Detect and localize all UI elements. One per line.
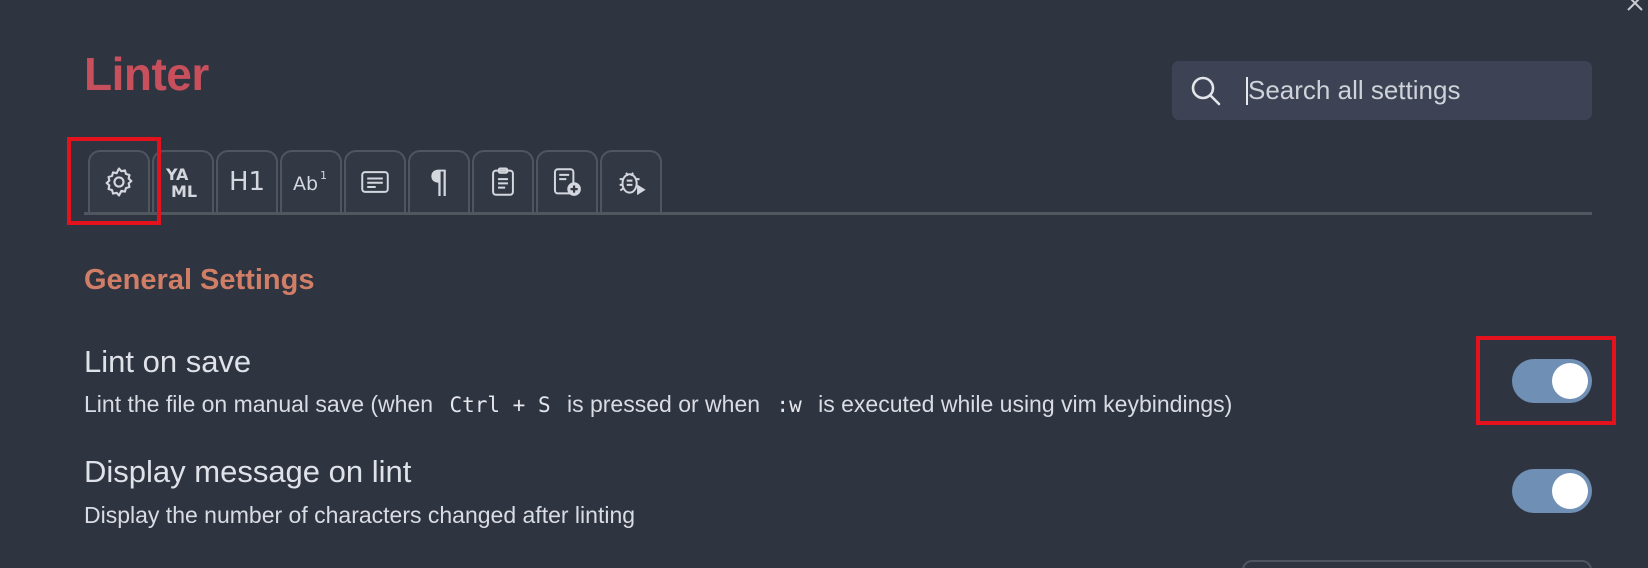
search-input[interactable] [1244,69,1578,111]
heading-icon: H1 [228,167,266,197]
custom-add-icon [553,168,581,196]
tab-content[interactable] [344,150,406,212]
search-bar[interactable] [1172,61,1592,120]
tab-custom[interactable] [536,150,598,212]
section-heading-general: General Settings [84,264,315,296]
code-vim-write: :w [776,393,802,417]
page-title: Linter [84,48,209,100]
desc-text: is pressed or when [566,391,761,417]
footnote-icon: Ab 1 [293,169,327,195]
tab-heading[interactable]: H1 [216,150,278,212]
settings-tab-bar: YA ML H1 Ab 1 ¶ [88,150,664,212]
tab-spacing[interactable]: ¶ [408,150,470,212]
svg-text:ML: ML [171,182,197,201]
setting-desc-lint-on-save: Lint the file on manual save (when Ctrl … [84,391,1232,418]
tab-bar-divider [84,212,1592,215]
clipboard-icon [492,167,514,196]
lint-on-save-toggle[interactable] [1512,359,1592,403]
linter-settings-page: Linter YA ML H1 Ab 1 [0,0,1648,568]
tab-yaml[interactable]: YA ML [152,150,214,212]
toggle-knob [1552,363,1588,399]
content-icon [361,171,389,193]
desc-text: Lint the file on manual save (when [84,391,434,417]
desc-text: is executed while using vim keybindings) [818,391,1233,417]
svg-text:1: 1 [320,169,327,182]
display-message-toggle[interactable] [1512,469,1592,513]
yaml-icon: YA ML [165,165,197,201]
svg-text:Ab: Ab [293,173,318,195]
tab-footnote[interactable]: Ab 1 [280,150,342,212]
setting-name-display-message: Display message on lint [84,454,412,489]
code-ctrl-s: Ctrl + S [449,393,551,417]
setting-name-lint-on-save: Lint on save [84,344,252,379]
close-icon[interactable] [1624,0,1646,14]
next-setting-control-partial[interactable] [1242,560,1592,568]
debug-icon [619,172,646,196]
tab-paste[interactable] [472,150,534,212]
toggle-knob [1552,473,1588,509]
highlight-general-tab [67,137,161,225]
tab-debug[interactable] [600,150,662,212]
search-icon [1191,76,1221,106]
pilcrow-icon: ¶ [428,163,450,201]
setting-desc-display-message: Display the number of characters changed… [84,502,636,528]
